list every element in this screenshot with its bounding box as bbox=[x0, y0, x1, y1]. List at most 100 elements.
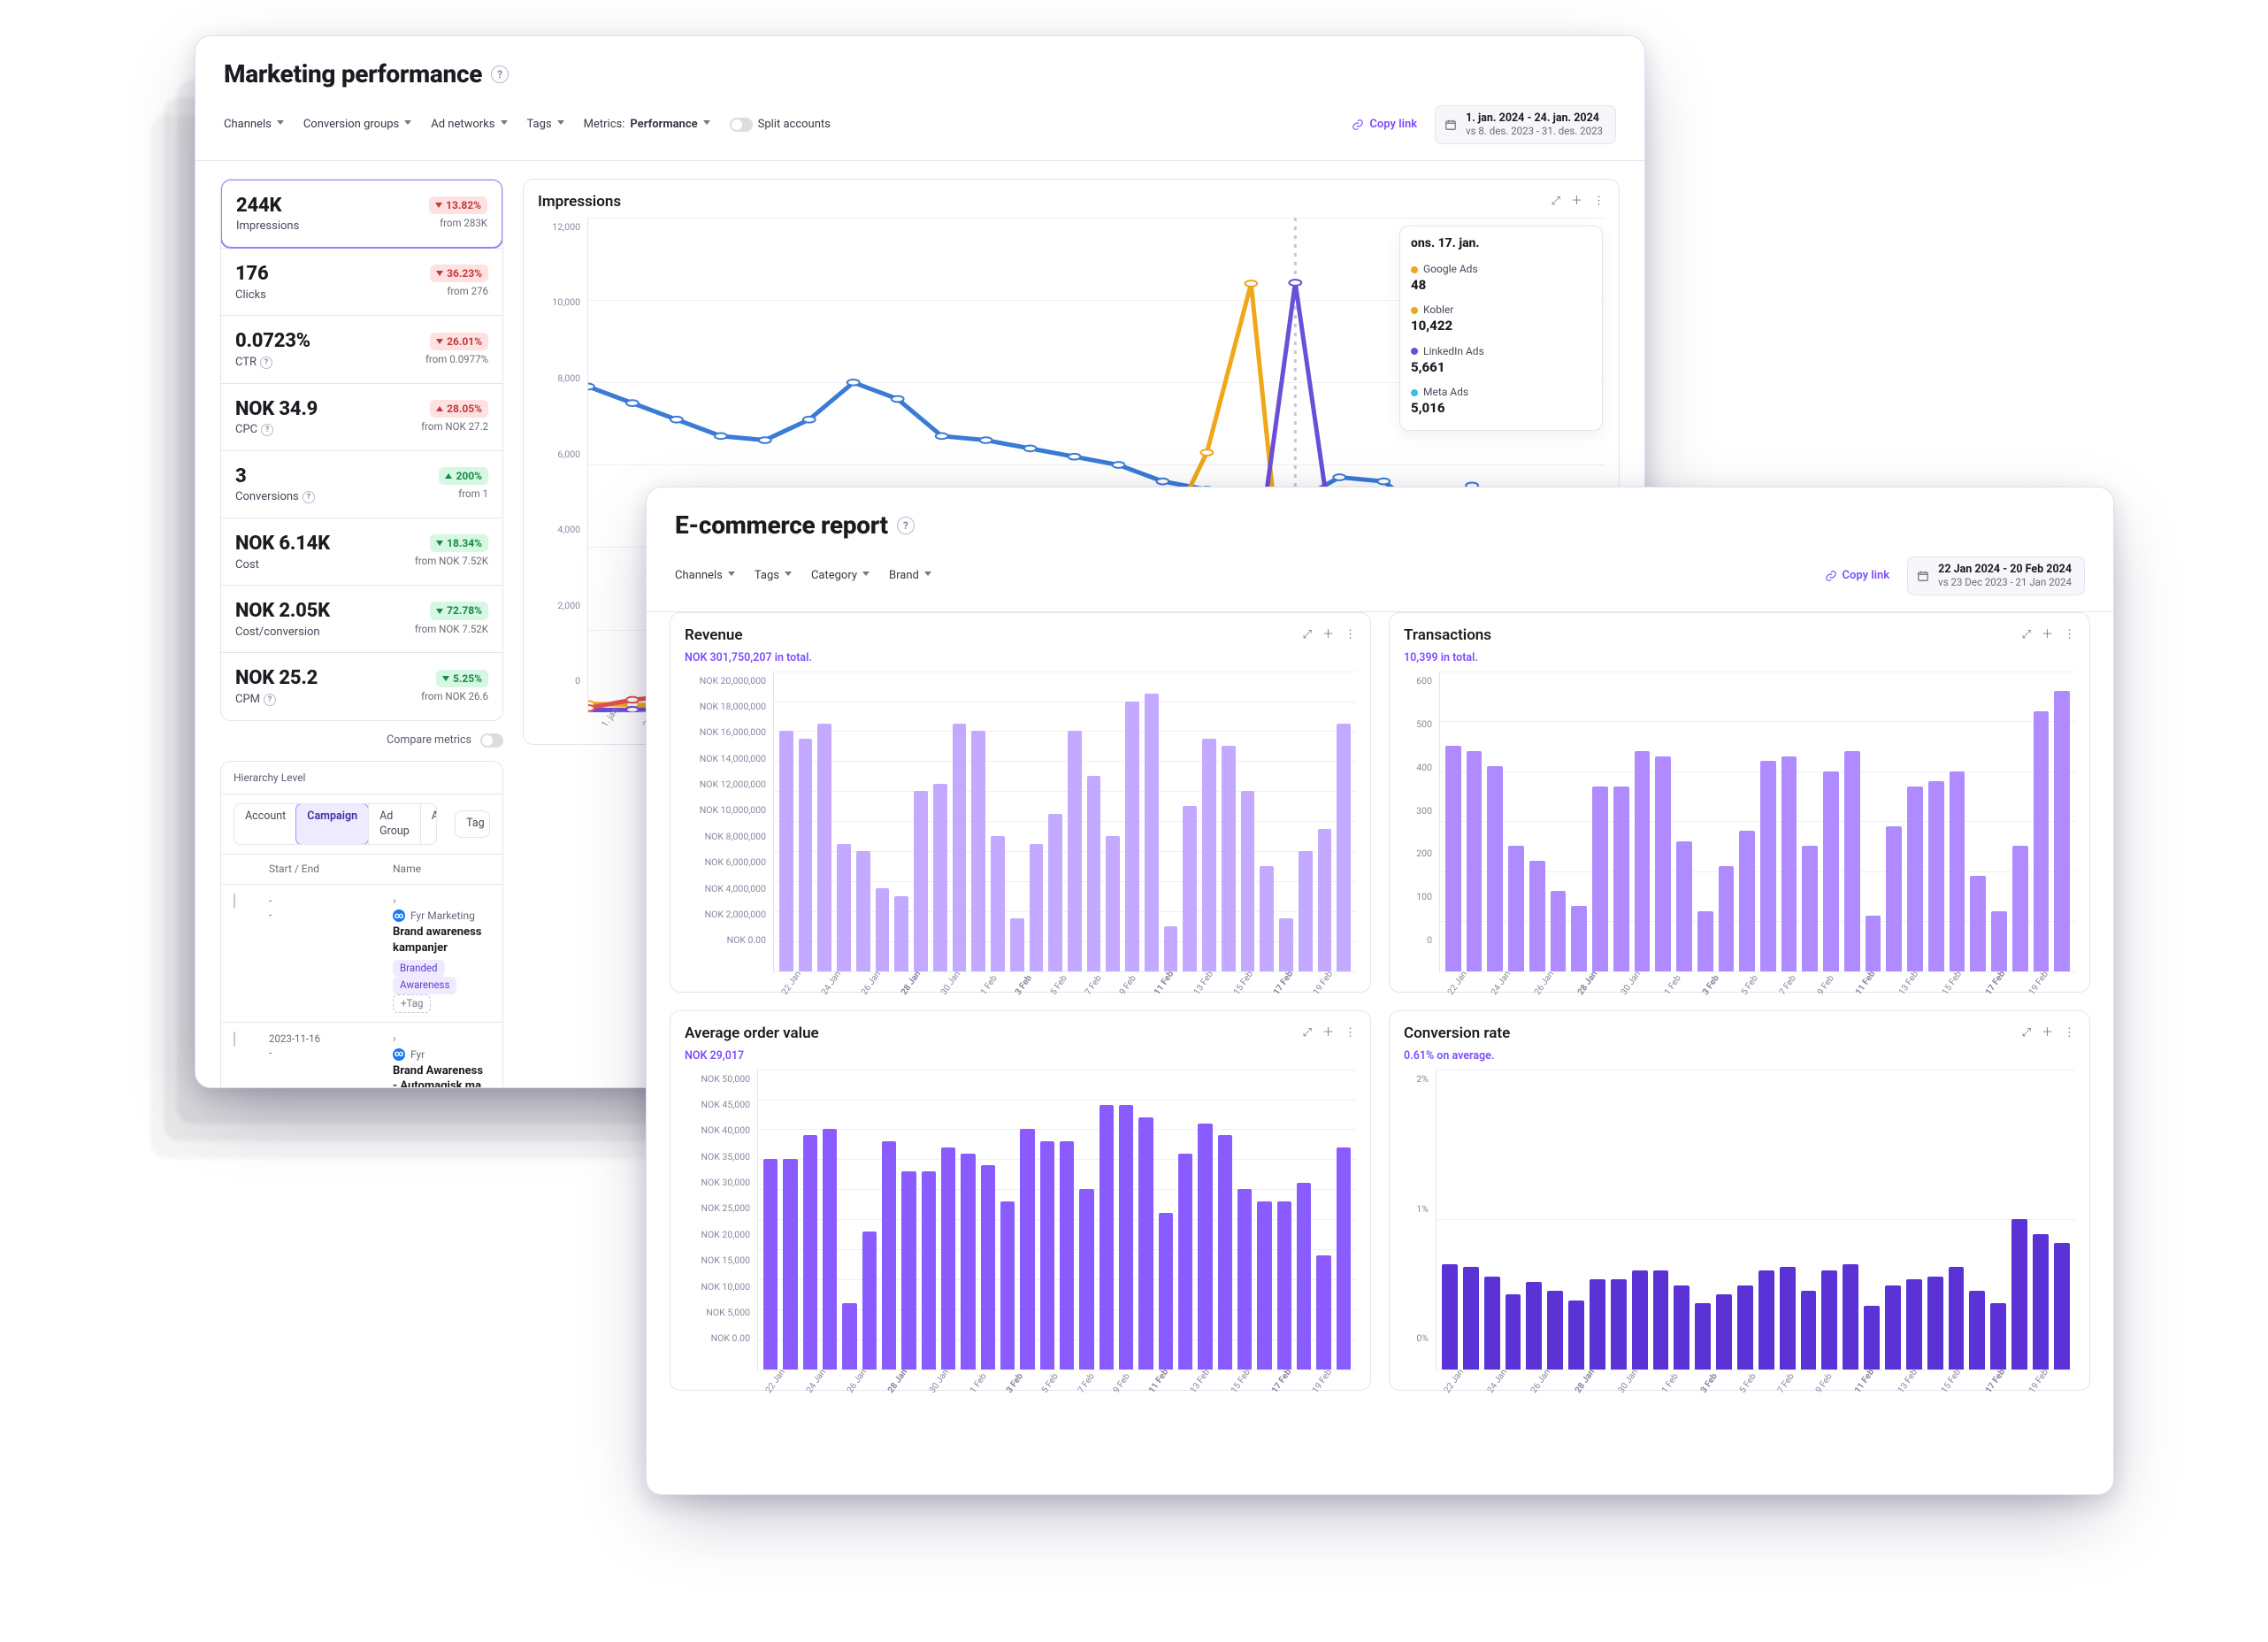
bar[interactable] bbox=[1508, 846, 1524, 971]
bar[interactable] bbox=[971, 731, 985, 971]
kpi-clicks[interactable]: 176Clicks36.23%from 276 bbox=[221, 248, 502, 315]
kpi-ctr[interactable]: 0.0723%CTR ?26.01%from 0.0977% bbox=[221, 315, 502, 382]
bar[interactable] bbox=[1297, 1183, 1311, 1369]
bar[interactable] bbox=[799, 739, 813, 971]
bar[interactable] bbox=[1760, 761, 1776, 971]
data-point[interactable] bbox=[936, 433, 948, 439]
bar[interactable] bbox=[1178, 1154, 1192, 1370]
bar[interactable] bbox=[1969, 1291, 1985, 1369]
more-icon[interactable]: ⋮ bbox=[1593, 194, 1605, 210]
bar[interactable] bbox=[1843, 1264, 1858, 1370]
bar[interactable] bbox=[876, 888, 890, 971]
bar[interactable] bbox=[1655, 756, 1671, 971]
bar[interactable] bbox=[1087, 776, 1101, 971]
bar[interactable] bbox=[1040, 1141, 1054, 1370]
bar[interactable] bbox=[1844, 751, 1860, 971]
bar[interactable] bbox=[1467, 751, 1483, 971]
bar[interactable] bbox=[1442, 1264, 1458, 1370]
tag[interactable]: Awareness bbox=[393, 977, 456, 994]
bar[interactable] bbox=[882, 1141, 896, 1370]
bar[interactable] bbox=[1737, 1285, 1753, 1370]
expand-icon[interactable]: ⤢ bbox=[2022, 1025, 2031, 1041]
data-point[interactable] bbox=[847, 380, 860, 386]
bar[interactable] bbox=[1145, 694, 1159, 971]
bar[interactable] bbox=[1719, 866, 1735, 971]
data-point[interactable] bbox=[1113, 462, 1125, 468]
chevron-right-icon[interactable]: › bbox=[393, 894, 396, 908]
tag[interactable]: Branded bbox=[393, 960, 445, 978]
bar[interactable] bbox=[1164, 926, 1178, 971]
filter-channels[interactable]: Channels bbox=[675, 568, 737, 584]
expand-icon[interactable]: ⤢ bbox=[1303, 1025, 1312, 1041]
bar[interactable] bbox=[1990, 1303, 2006, 1370]
kpi-cost[interactable]: NOK 6.14KCost18.34%from NOK 7.52K bbox=[221, 518, 502, 585]
bar[interactable] bbox=[1886, 826, 1902, 971]
add-icon[interactable]: ＋ bbox=[2042, 627, 2053, 643]
bar[interactable] bbox=[783, 1159, 797, 1369]
data-point[interactable] bbox=[892, 395, 904, 402]
bar[interactable] bbox=[1106, 836, 1120, 971]
level-ad-group[interactable]: Ad Group bbox=[368, 804, 420, 845]
bar[interactable] bbox=[823, 1129, 837, 1369]
bar[interactable] bbox=[1222, 746, 1236, 971]
bar[interactable] bbox=[1125, 702, 1139, 971]
bar[interactable] bbox=[1060, 1141, 1074, 1370]
bar[interactable] bbox=[1547, 1291, 1563, 1369]
bar[interactable] bbox=[1299, 851, 1313, 971]
bar[interactable] bbox=[837, 844, 851, 971]
bar[interactable] bbox=[1198, 1124, 1212, 1370]
level-campaign[interactable]: Campaign bbox=[295, 803, 369, 846]
bar[interactable] bbox=[1821, 1270, 1837, 1370]
bar[interactable] bbox=[1653, 1270, 1669, 1370]
hierarchy-level-segmented[interactable]: AccountCampaignAd GroupAd bbox=[234, 803, 437, 846]
add-tag-button[interactable]: +Tag bbox=[393, 994, 431, 1014]
data-point[interactable] bbox=[626, 696, 639, 702]
bar[interactable] bbox=[901, 1171, 916, 1370]
more-icon[interactable]: ⋮ bbox=[2064, 1025, 2075, 1041]
filter-conversion-groups[interactable]: Conversion groups bbox=[303, 117, 413, 133]
bar[interactable] bbox=[953, 724, 967, 971]
bar[interactable] bbox=[1010, 918, 1024, 971]
bar[interactable] bbox=[1635, 751, 1651, 971]
bar[interactable] bbox=[1632, 1270, 1648, 1370]
bar[interactable] bbox=[1030, 844, 1044, 971]
bar[interactable] bbox=[1241, 791, 1255, 971]
bar[interactable] bbox=[2011, 1219, 2027, 1370]
bar[interactable] bbox=[2054, 1243, 2070, 1369]
date-range-picker[interactable]: 1. jan. 2024 - 24. jan. 2024 vs 8. des. … bbox=[1435, 105, 1616, 144]
bar[interactable] bbox=[1526, 1282, 1542, 1369]
filter-tags[interactable]: Tags bbox=[755, 568, 793, 584]
bar[interactable] bbox=[1100, 1105, 1114, 1369]
bar[interactable] bbox=[1551, 891, 1567, 971]
kpi-impressions[interactable]: 244KImpressions13.82%from 283K bbox=[220, 179, 503, 249]
kpi-cpm[interactable]: NOK 25.2CPM ?5.25%from NOK 26.6 bbox=[221, 652, 502, 719]
kpi-cost-conversion[interactable]: NOK 2.05KCost/conversion72.78%from NOK 7… bbox=[221, 585, 502, 652]
more-icon[interactable]: ⋮ bbox=[2064, 627, 2075, 643]
data-point[interactable] bbox=[803, 417, 816, 423]
data-point[interactable] bbox=[670, 417, 683, 423]
bar[interactable] bbox=[1316, 1255, 1330, 1370]
tag-filter-button[interactable]: Tag bbox=[455, 810, 490, 838]
bar[interactable] bbox=[914, 791, 928, 971]
bar[interactable] bbox=[1337, 724, 1351, 971]
bar[interactable] bbox=[1739, 831, 1755, 971]
expand-icon[interactable]: ⤢ bbox=[2022, 627, 2031, 643]
bar[interactable] bbox=[1279, 918, 1293, 971]
help-icon[interactable]: ? bbox=[491, 65, 509, 83]
bar[interactable] bbox=[1463, 1267, 1479, 1369]
bar[interactable] bbox=[1000, 1201, 1015, 1370]
kpi-cpc[interactable]: NOK 34.9CPC ?28.05%from NOK 27.2 bbox=[221, 383, 502, 450]
bar[interactable] bbox=[1277, 1201, 1291, 1370]
bar[interactable] bbox=[941, 1147, 955, 1370]
bar[interactable] bbox=[1318, 829, 1332, 971]
bar[interactable] bbox=[1487, 766, 1503, 971]
bar[interactable] bbox=[1218, 1135, 1232, 1369]
data-point[interactable] bbox=[1377, 479, 1390, 485]
more-icon[interactable]: ⋮ bbox=[1345, 627, 1356, 643]
data-point[interactable] bbox=[980, 437, 992, 443]
expand-icon[interactable]: ⤢ bbox=[1552, 194, 1560, 210]
bar[interactable] bbox=[1613, 786, 1629, 971]
bar[interactable] bbox=[1907, 786, 1923, 971]
bar[interactable] bbox=[1484, 1277, 1500, 1370]
chevron-right-icon[interactable]: › bbox=[393, 1032, 396, 1046]
